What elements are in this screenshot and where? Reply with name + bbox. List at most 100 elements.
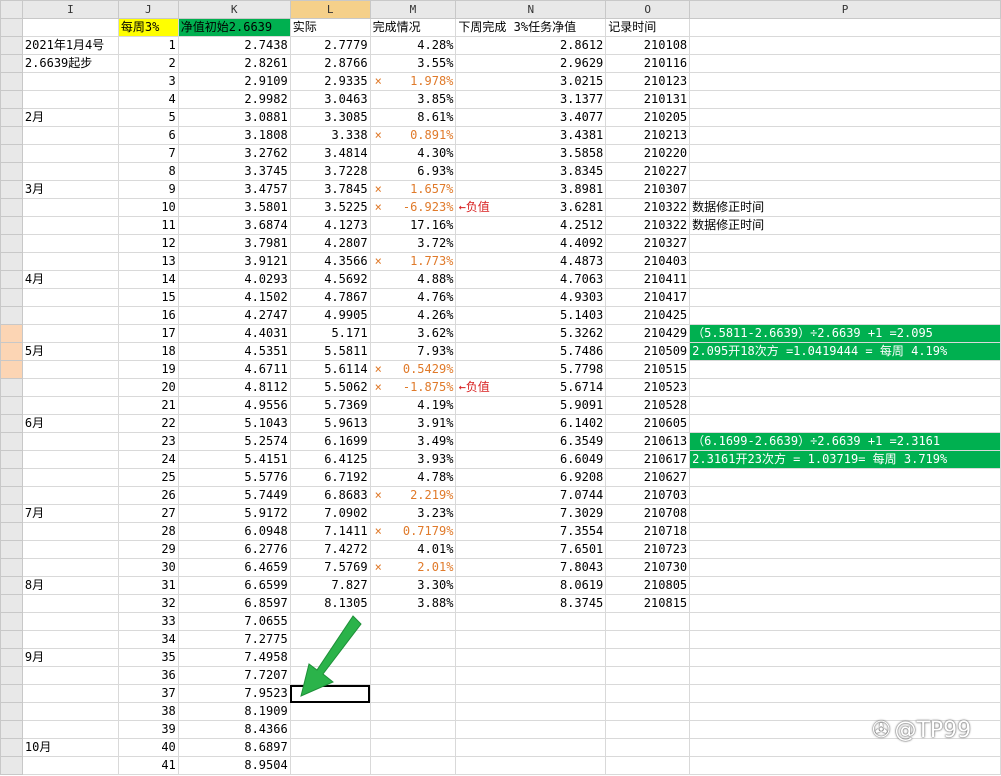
- cell-P[interactable]: [689, 306, 1001, 325]
- cell-M[interactable]: [369, 702, 457, 721]
- cell-M[interactable]: 3.72%: [369, 234, 457, 253]
- cell-M[interactable]: 4.26%: [369, 306, 457, 325]
- cell-I[interactable]: [21, 720, 119, 739]
- cell-N[interactable]: [455, 648, 607, 667]
- cell-J[interactable]: 41: [117, 756, 179, 775]
- column-header-N[interactable]: N: [455, 0, 607, 19]
- cell-K[interactable]: 7.0655: [177, 612, 291, 631]
- cell-K[interactable]: 6.8597: [177, 594, 291, 613]
- cell-I[interactable]: [21, 360, 119, 379]
- row-header[interactable]: [0, 396, 23, 415]
- cell-J[interactable]: 30: [117, 558, 179, 577]
- cell-P[interactable]: [689, 684, 1001, 703]
- cell-J[interactable]: 10: [117, 198, 179, 217]
- cell-K[interactable]: 4.4031: [177, 324, 291, 343]
- cell-I[interactable]: 6月: [21, 414, 119, 433]
- cell-P[interactable]: [689, 540, 1001, 559]
- row-header[interactable]: [0, 216, 23, 235]
- cell-M[interactable]: [369, 648, 457, 667]
- cell-K[interactable]: 3.6874: [177, 216, 291, 235]
- cell-J-header[interactable]: 每周3%: [117, 18, 179, 37]
- cell-M[interactable]: [369, 756, 457, 775]
- row-header[interactable]: [0, 90, 23, 109]
- cell-K[interactable]: 8.9504: [177, 756, 291, 775]
- cell-P[interactable]: [689, 108, 1001, 127]
- row-header[interactable]: [0, 342, 23, 361]
- cell-P[interactable]: [689, 162, 1001, 181]
- cell-N[interactable]: 4.9303: [455, 288, 607, 307]
- row-header[interactable]: [0, 414, 23, 433]
- cell-O[interactable]: 210425: [605, 306, 691, 325]
- cell-K[interactable]: 4.6711: [177, 360, 291, 379]
- cell-N[interactable]: [455, 612, 607, 631]
- row-header[interactable]: [0, 522, 23, 541]
- cell-K[interactable]: 3.4757: [177, 180, 291, 199]
- cell-O[interactable]: 210417: [605, 288, 691, 307]
- cell-N[interactable]: 3.4381: [455, 126, 607, 145]
- cell-O[interactable]: 210627: [605, 468, 691, 487]
- cell-I[interactable]: [21, 198, 119, 217]
- cell-O[interactable]: [605, 720, 691, 739]
- cell-P-header[interactable]: [689, 18, 1001, 37]
- cell-N[interactable]: 8.0619: [455, 576, 607, 595]
- cell-K[interactable]: 3.5801: [177, 198, 291, 217]
- cell-J[interactable]: 21: [117, 396, 179, 415]
- cell-K[interactable]: 8.6897: [177, 738, 291, 757]
- cell-L[interactable]: 2.9335: [289, 72, 371, 91]
- cell-M[interactable]: 3.85%: [369, 90, 457, 109]
- cell-L[interactable]: 7.1411: [289, 522, 371, 541]
- cell-P[interactable]: [689, 612, 1001, 631]
- cell-I[interactable]: 2月: [21, 108, 119, 127]
- cell-K[interactable]: 8.4366: [177, 720, 291, 739]
- cell-M[interactable]: [369, 738, 457, 757]
- cell-I[interactable]: [21, 666, 119, 685]
- row-header[interactable]: [0, 738, 23, 757]
- cell-P[interactable]: [689, 270, 1001, 289]
- cell-J[interactable]: 39: [117, 720, 179, 739]
- row-header[interactable]: [0, 234, 23, 253]
- cell-N[interactable]: 3.4077: [455, 108, 607, 127]
- cell-P[interactable]: 数据修正时间: [689, 216, 1001, 235]
- cell-L[interactable]: 8.1305: [289, 594, 371, 613]
- cell-P[interactable]: [689, 36, 1001, 55]
- cell-K[interactable]: 3.3745: [177, 162, 291, 181]
- row-header[interactable]: [0, 72, 23, 91]
- cell-M[interactable]: 3.23%: [369, 504, 457, 523]
- row-header[interactable]: [0, 702, 23, 721]
- column-header-K[interactable]: K: [177, 0, 291, 19]
- cell-P[interactable]: [689, 522, 1001, 541]
- cell-K[interactable]: 6.4659: [177, 558, 291, 577]
- cell-O[interactable]: 210411: [605, 270, 691, 289]
- cell-M[interactable]: × -1.875% ←负值: [369, 378, 490, 397]
- cell-K[interactable]: 7.2775: [177, 630, 291, 649]
- cell-O[interactable]: 210327: [605, 234, 691, 253]
- cell-N[interactable]: 8.3745: [455, 594, 607, 613]
- cell-I[interactable]: [21, 252, 119, 271]
- cell-P[interactable]: [689, 288, 1001, 307]
- cell-N[interactable]: 5.7798: [455, 360, 607, 379]
- cell-L[interactable]: 6.1699: [289, 432, 371, 451]
- cell-L[interactable]: 6.8683: [289, 486, 371, 505]
- cell-J[interactable]: 8: [117, 162, 179, 181]
- cell-I[interactable]: [21, 432, 119, 451]
- row-header[interactable]: [0, 162, 23, 181]
- cell-N[interactable]: 3.8345: [455, 162, 607, 181]
- cell-K[interactable]: 4.5351: [177, 342, 291, 361]
- cell-O[interactable]: 210307: [605, 180, 691, 199]
- column-header-J[interactable]: J: [117, 0, 179, 19]
- cell-K[interactable]: 5.4151: [177, 450, 291, 469]
- cell-O[interactable]: 210723: [605, 540, 691, 559]
- cell-K[interactable]: 3.1808: [177, 126, 291, 145]
- cell-J[interactable]: 6: [117, 126, 179, 145]
- cell-M[interactable]: × 2.01%: [369, 558, 457, 577]
- column-header-I[interactable]: I: [21, 0, 119, 19]
- cell-J[interactable]: 19: [117, 360, 179, 379]
- cell-L[interactable]: 5.171: [289, 324, 371, 343]
- cell-K[interactable]: 6.0948: [177, 522, 291, 541]
- cell-I[interactable]: 2021年1月4号: [21, 36, 119, 55]
- cell-L[interactable]: 3.3085: [289, 108, 371, 127]
- cell-O[interactable]: 210523: [605, 378, 691, 397]
- cell-J[interactable]: 31: [117, 576, 179, 595]
- cell-O[interactable]: 210322: [605, 198, 691, 217]
- cell-I[interactable]: 4月: [21, 270, 119, 289]
